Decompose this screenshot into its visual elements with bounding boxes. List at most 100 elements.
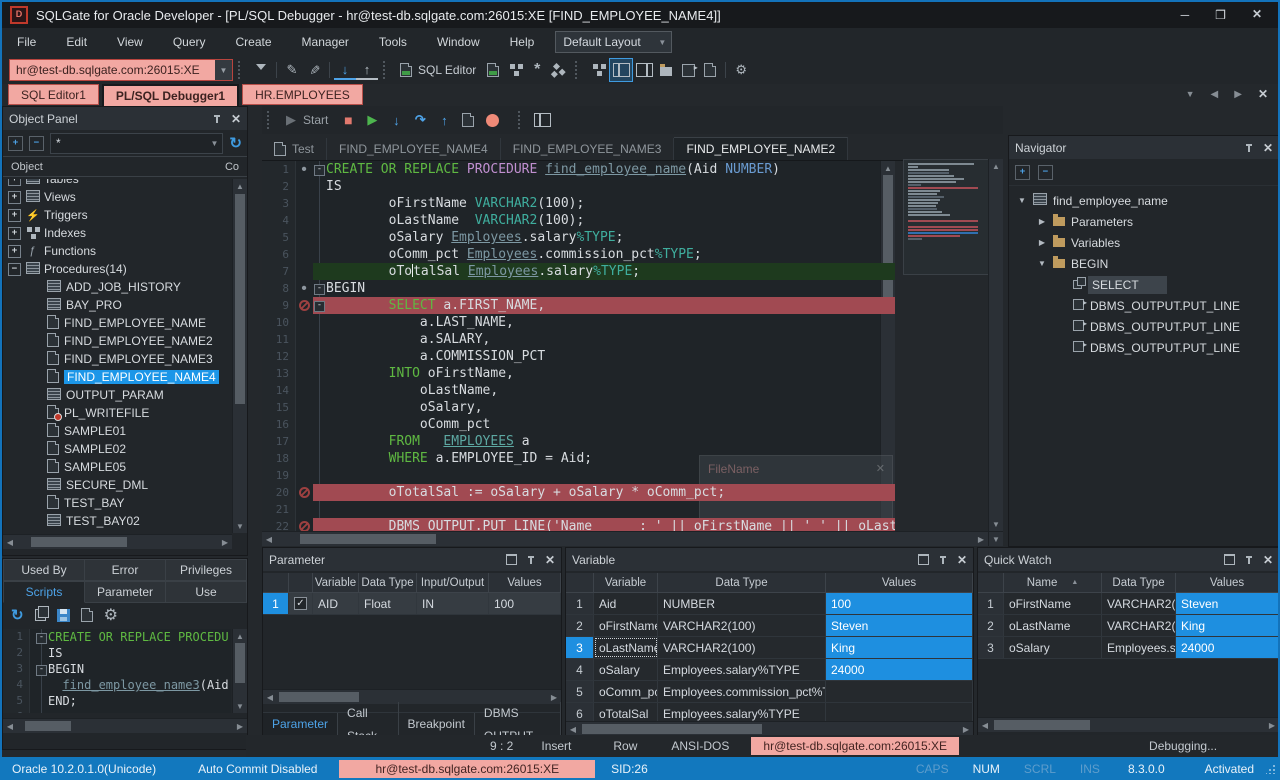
minimap-scrollbar[interactable]: ▲ ▼ <box>988 159 1003 531</box>
expand-icon[interactable]: + <box>8 191 21 204</box>
panel-layout-icon[interactable] <box>530 109 554 131</box>
watch-row-osalary[interactable]: 3oSalaryEmployees.salary%TYPE24000 <box>978 637 1279 659</box>
tree-group-views[interactable]: +Views <box>3 188 232 206</box>
code-line-1[interactable]: -CREATE OR REPLACE PROCEDURE find_employ… <box>313 161 895 178</box>
chevron-expanded-icon[interactable]: ▼ <box>1037 259 1047 268</box>
column-variable[interactable]: Variable <box>313 573 359 592</box>
editor-tab-find-employee-name2[interactable]: FIND_EMPLOYEE_NAME2 <box>674 137 848 160</box>
code-line-13[interactable]: INTO oFirstName, <box>313 365 895 382</box>
variable-row-ofirstname[interactable]: 2oFirstNameVARCHAR2(100)Steven <box>566 615 973 637</box>
tab-parameter[interactable]: Parameter <box>85 581 166 603</box>
watch-row-olastname[interactable]: 2oLastNameVARCHAR2(100)King <box>978 615 1279 637</box>
cell-variable[interactable]: oComm_pct <box>594 681 658 702</box>
expand-icon[interactable]: + <box>8 245 21 258</box>
row-number[interactable]: 4 <box>566 659 594 680</box>
code-line-6[interactable]: oComm_pct Employees.commission_pct%TYPE; <box>313 246 895 263</box>
script-hscrollbar[interactable]: ◀▶ <box>3 718 247 733</box>
navigator-item-parameters[interactable]: ▶Parameters <box>1017 211 1279 232</box>
menu-view[interactable]: View <box>102 28 158 56</box>
navigator-item-find-employee-name[interactable]: ▼find_employee_name <box>1017 190 1279 211</box>
tab-next-icon[interactable]: ▶ <box>1234 89 1242 100</box>
menu-window[interactable]: Window <box>422 28 495 56</box>
pin-icon[interactable] <box>1245 555 1253 565</box>
tree-item-test_bay02[interactable]: TEST_BAY02 <box>3 512 232 530</box>
row-number[interactable]: 5 <box>566 681 594 702</box>
close-icon[interactable]: ✕ <box>545 554 555 566</box>
code-line-7[interactable]: oTotalSal Employees.salary%TYPE; <box>313 263 895 280</box>
close-button[interactable]: ✕ <box>1252 8 1262 22</box>
cell-datatype[interactable]: VARCHAR2(100) <box>1102 615 1176 636</box>
column-datatype[interactable]: Data Type <box>658 573 826 592</box>
tree-item-sample01[interactable]: SAMPLE01 <box>3 422 232 440</box>
step-out-icon[interactable]: ↑ <box>432 109 456 131</box>
folder-user-icon[interactable] <box>655 59 677 81</box>
column-io[interactable]: Input/Output <box>417 573 489 592</box>
schema-browser-icon[interactable] <box>504 59 526 81</box>
column-comment[interactable]: Co <box>225 161 239 173</box>
editor-tab-find-employee-name4[interactable]: FIND_EMPLOYEE_NAME4 <box>327 138 501 160</box>
tab-close-icon[interactable]: ✕ <box>1258 88 1268 100</box>
maximize-button[interactable]: ❒ <box>1215 8 1226 22</box>
start-label[interactable]: Start <box>303 113 328 127</box>
save-icon[interactable] <box>57 609 70 622</box>
cell-name[interactable]: oSalary <box>1004 637 1102 658</box>
row-number[interactable]: 3 <box>566 637 594 658</box>
toggle-breakpoint-icon[interactable] <box>480 109 504 131</box>
row-number[interactable]: 3 <box>978 637 1004 658</box>
cell[interactable]: ✓ <box>289 593 313 614</box>
doc-tab-1[interactable]: SQL Editor1 <box>8 84 99 105</box>
close-icon[interactable]: ✕ <box>231 113 241 125</box>
tree-item-sample05[interactable]: SAMPLE05 <box>3 458 232 476</box>
tree-item-test_bay[interactable]: TEST_BAY <box>3 494 232 512</box>
navigator-item-select[interactable]: SELECT <box>1017 274 1279 295</box>
object-tree-scrollbar[interactable]: ▲ ▼ <box>232 179 247 533</box>
code-line-9[interactable]: - SELECT a.FIRST_NAME, <box>313 297 895 314</box>
cell-datatype[interactable]: VARCHAR2(100) <box>658 615 826 636</box>
minimize-button[interactable]: ─ <box>1181 8 1190 22</box>
variable-row-ocomm_pct[interactable]: 5oComm_pctEmployees.commission_pct%TYPE <box>566 681 973 703</box>
code-line-5[interactable]: END; <box>35 693 231 709</box>
expand-icon[interactable]: + <box>8 227 21 240</box>
tree-item-pl_writefile[interactable]: PL_WRITEFILE <box>3 404 232 422</box>
tree-item-find_employee_name3[interactable]: FIND_EMPLOYEE_NAME3 <box>3 350 232 368</box>
row-number[interactable]: 1 <box>566 593 594 614</box>
tree-group-procedures-14-[interactable]: −Procedures(14) <box>3 260 232 278</box>
checkbox[interactable]: ✓ <box>294 597 307 610</box>
code-line-2[interactable]: IS <box>313 178 895 195</box>
code-line-2[interactable]: IS <box>35 645 231 661</box>
cell-value[interactable]: King <box>1176 615 1279 636</box>
pin-icon[interactable] <box>213 114 221 124</box>
object-tree-hscrollbar[interactable]: ◀▶ <box>3 534 232 549</box>
close-icon[interactable]: ✕ <box>1263 554 1273 566</box>
fold-marker[interactable]: - <box>36 665 47 676</box>
code-line-17[interactable]: FROM EMPLOYEES a <box>313 433 895 450</box>
code-line-8[interactable]: -BEGIN <box>313 280 895 297</box>
layout-select[interactable]: Default Layout▼ <box>555 31 672 53</box>
menu-help[interactable]: Help <box>495 28 550 56</box>
tab-parameter[interactable]: Parameter <box>263 713 338 736</box>
collapse-icon[interactable]: − <box>8 263 21 276</box>
cell[interactable]: IN <box>417 593 489 614</box>
code-line-16[interactable]: oComm_pct <box>313 416 895 433</box>
quick-watch-hscrollbar[interactable]: ◀▶ <box>978 717 1279 732</box>
maximize-icon[interactable] <box>918 554 929 565</box>
expand-all-icon[interactable]: + <box>1015 165 1030 180</box>
cell[interactable]: 100 <box>489 593 561 614</box>
column-datatype[interactable]: Data Type <box>359 573 417 592</box>
close-icon[interactable]: ✕ <box>876 462 885 475</box>
script-vscrollbar[interactable]: ▲ ▼ <box>232 629 247 713</box>
code-minimap[interactable] <box>903 159 993 275</box>
commit-icon[interactable]: ↓ <box>334 60 356 80</box>
code-line-22[interactable]: DBMS_OUTPUT.PUT_LINE('Name : ' || oFirst… <box>313 518 895 531</box>
tree-group-triggers[interactable]: +⚡Triggers <box>3 206 232 224</box>
script-editor[interactable]: 123456-CREATE OR REPLACE PROCEDUIS-BEGIN… <box>3 629 231 713</box>
variable-row-aid[interactable]: 1AidNUMBER100 <box>566 593 973 615</box>
cell[interactable]: Float <box>359 593 417 614</box>
cell-value[interactable]: King <box>826 637 973 658</box>
row-number[interactable]: 2 <box>566 615 594 636</box>
cell-name[interactable]: oFirstName <box>1004 593 1102 614</box>
cell-variable[interactable]: oSalary <box>594 659 658 680</box>
cell-name[interactable]: oLastName <box>1004 615 1102 636</box>
cell-datatype[interactable]: VARCHAR2(100) <box>658 637 826 658</box>
code-line-6[interactable] <box>35 709 231 713</box>
